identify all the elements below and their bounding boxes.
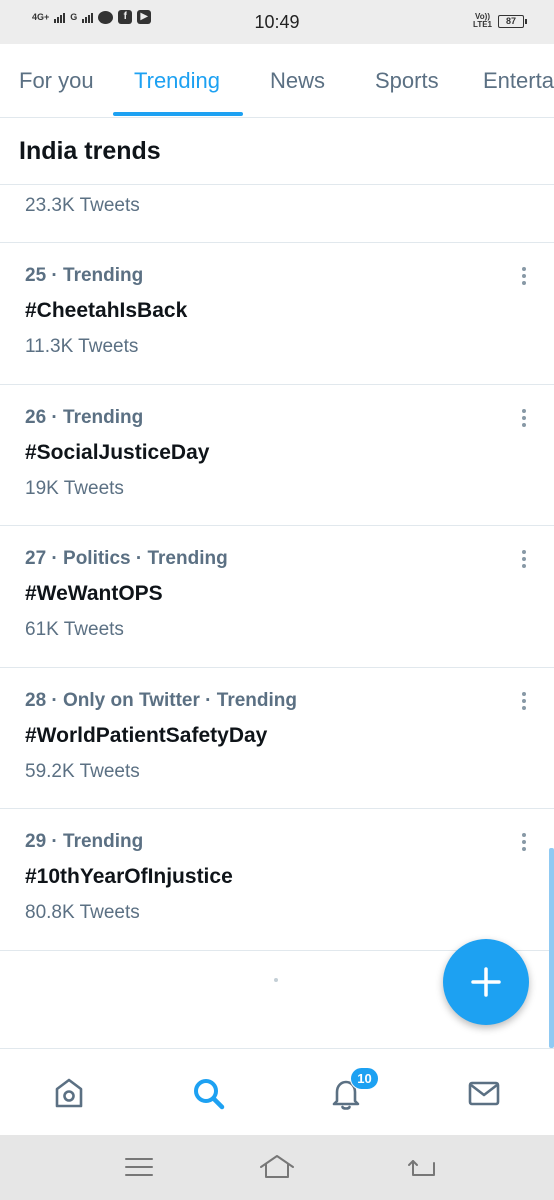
system-nav-bar [0,1135,554,1200]
loading-indicator [274,978,278,982]
section-title: India trends [19,137,161,165]
trend-tweet-count: 23.3K Tweets [25,195,140,216]
status-right: Vo)) LTE1 87 [473,13,527,29]
more-options-icon[interactable] [519,409,529,431]
trend-item[interactable]: 26 · Trending #SocialJusticeDay 19K Twee… [0,385,554,526]
trend-meta: 27 · Politics · Trending [25,548,228,569]
trend-meta: 28 · Only on Twitter · Trending [25,690,297,711]
explore-tabs: For you Trending News Sports Entertainme… [0,44,554,118]
divider [0,184,554,185]
trend-item[interactable]: 28 · Only on Twitter · Trending #WorldPa… [0,668,554,809]
nav-home[interactable] [49,1073,89,1113]
more-options-icon[interactable] [519,692,529,714]
nav-messages[interactable] [464,1073,504,1113]
trend-tweet-count: 19K Tweets [25,478,124,499]
trend-name[interactable]: #WeWantOPS [25,582,163,606]
battery-icon: 87 [498,14,527,28]
more-options-icon[interactable] [519,550,529,572]
home-icon [55,1078,83,1108]
trend-item[interactable]: 27 · Politics · Trending #WeWantOPS 61K … [0,526,554,667]
back-icon [408,1160,435,1176]
notification-count-badge: 10 [350,1067,379,1090]
trend-item[interactable]: 25 · Trending #CheetahIsBack 11.3K Tweet… [0,243,554,384]
system-back-button[interactable] [404,1152,438,1182]
messages-icon [468,1081,500,1106]
status-time: 10:49 [254,12,300,32]
bottom-nav: 10 [0,1048,554,1135]
trend-name[interactable]: #CheetahIsBack [25,299,187,323]
trend-meta: 25 · Trending [25,265,144,286]
tab-entertainment[interactable]: Entertainment [483,68,554,94]
active-tab-indicator [113,112,243,116]
nav-search[interactable] [188,1073,228,1113]
trend-name[interactable]: #10thYearOfInjustice [25,865,233,889]
tab-trending[interactable]: Trending [134,68,220,94]
tab-for-you[interactable]: For you [19,68,94,94]
compose-tweet-button[interactable] [443,939,529,1025]
search-icon [194,1079,225,1110]
trend-meta: 26 · Trending [25,407,144,428]
trend-tweet-count: 61K Tweets [25,619,124,640]
status-bar: 4G+ G f ▶ 10:49 Vo)) LTE1 87 [0,0,554,44]
menu-icon [125,1158,153,1176]
trend-tweet-count: 59.2K Tweets [25,761,140,782]
trend-tweet-count: 11.3K Tweets [25,336,139,357]
trend-name[interactable]: #SocialJusticeDay [25,441,209,465]
home-outline-icon [260,1155,294,1178]
more-options-icon[interactable] [519,833,529,855]
scrollbar[interactable] [549,848,554,1048]
system-menu-button[interactable] [122,1152,156,1182]
volte-line-2: LTE1 [473,20,492,29]
plus-icon [471,967,501,997]
tab-sports[interactable]: Sports [375,68,439,94]
tab-news[interactable]: News [270,68,325,94]
trend-tweet-count: 80.8K Tweets [25,902,140,923]
volte-indicator: Vo)) LTE1 [473,13,492,29]
trend-name[interactable]: #WorldPatientSafetyDay [25,724,267,748]
trend-item[interactable]: 29 · Trending #10thYearOfInjustice 80.8K… [0,809,554,950]
trend-meta: 29 · Trending [25,831,144,852]
system-home-button[interactable] [259,1152,294,1182]
more-options-icon[interactable] [519,267,529,289]
